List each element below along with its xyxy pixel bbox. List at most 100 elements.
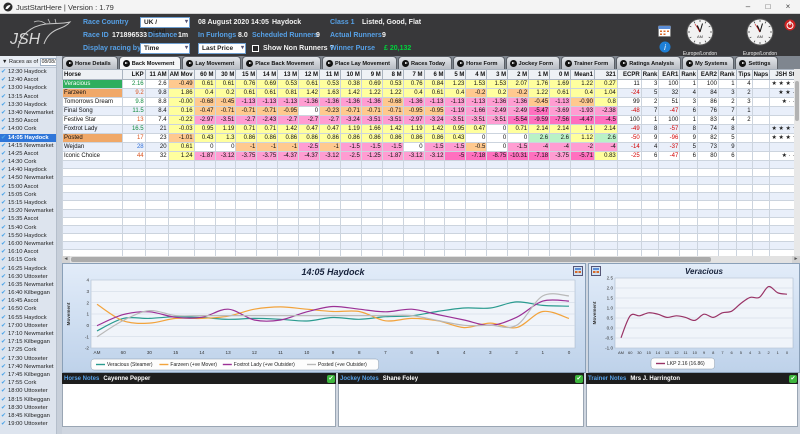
maximize-button[interactable]: □: [760, 1, 776, 13]
scroll-left-arrow[interactable]: ◄: [62, 256, 70, 263]
tab-my-systems[interactable]: My Systems: [682, 56, 735, 69]
race-list-item[interactable]: ✔ 16:25 Haydock: [0, 265, 56, 273]
horse-row-festive-star[interactable]: Festive Star 13 7.4 -0.22 -2.97 -3.51 -2.7 -2.4…: [62, 115, 800, 125]
race-list-item[interactable]: ✔ 13:00 Haydock: [0, 84, 56, 92]
tab-ratings-analysis[interactable]: Ratings Analysis: [616, 56, 682, 69]
race-list-item[interactable]: ✔ 15:35 Ascot: [0, 215, 56, 223]
column-header-0-m[interactable]: 0 M: [549, 69, 571, 80]
column-header-2-m[interactable]: 2 M: [507, 69, 530, 80]
race-list-item[interactable]: ✔ 13:50 Ascot: [0, 117, 56, 125]
save-note-button[interactable]: ✔: [327, 374, 335, 383]
horse-row-posted[interactable]: Posted 17 23 -1.01 0.43 1.3 0.86 0.86 0.86 0.86 0.…: [62, 133, 800, 143]
power-icon[interactable]: [784, 19, 796, 31]
column-header-6-m[interactable]: 6 M: [423, 69, 446, 80]
race-list-item[interactable]: ✔ 14:15 Newmarket: [0, 142, 56, 150]
race-list-item[interactable]: ✔ 17:25 Cork: [0, 346, 56, 354]
column-header-3-m[interactable]: 3 M: [486, 69, 509, 80]
race-list-item[interactable]: ✔ 17:45 Kilbeggan: [0, 371, 56, 379]
horse-notes-textarea[interactable]: [62, 384, 336, 427]
race-list-item[interactable]: ✔ 15:40 Cork: [0, 224, 56, 232]
column-header-horse[interactable]: Horse: [62, 69, 123, 80]
race-country-select[interactable]: UK / Ireland ▾: [140, 17, 190, 35]
race-list-item[interactable]: ✔ 18:30 Uttoxeter: [0, 404, 56, 412]
column-header-rank[interactable]: Rank: [679, 69, 698, 80]
column-header-lkp[interactable]: LKP: [121, 69, 146, 80]
race-list-item[interactable]: ✔ 16:45 Ascot: [0, 297, 56, 305]
race-list-item[interactable]: ✔ 18:15 Kilbeggan: [0, 396, 56, 404]
horse-row-foxtrot-lady[interactable]: Foxtrot Lady 16.5 21 -0.03 0.95 1.19 0.71 0.71 1…: [62, 124, 800, 134]
column-header-am-mov[interactable]: AM Mov: [167, 69, 195, 80]
race-list-item[interactable]: ✔ 14:30 Cork: [0, 158, 56, 166]
horse-row-tomorrows-dream[interactable]: Tomorrows Dream 9.8 8.8 -0.00 -0.68 -0.45 -1.1…: [62, 97, 800, 107]
race-list-item[interactable]: ✔ 15:05 Cork: [0, 191, 56, 199]
scroll-right-arrow[interactable]: ►: [792, 256, 800, 263]
save-note-button[interactable]: ✔: [575, 374, 583, 383]
column-header-4-m[interactable]: 4 M: [465, 69, 488, 80]
column-header-1-m[interactable]: 1 M: [528, 69, 551, 80]
race-list-item[interactable]: ✔ 16:30 Uttoxeter: [0, 273, 56, 281]
column-header-tips[interactable]: Tips: [735, 69, 753, 80]
info-icon[interactable]: i: [659, 41, 671, 53]
race-list-item[interactable]: ✔ 17:10 Newmarket: [0, 330, 56, 338]
race-list-item[interactable]: ✔ 18:45 Kilbeggan: [0, 412, 56, 420]
race-list-item[interactable]: ✔ 16:40 Kilbeggan: [0, 289, 56, 297]
race-list-item[interactable]: ✔ 12:30 Haydock: [0, 68, 56, 76]
table-vertical-scrollbar[interactable]: [794, 69, 800, 256]
scrollbar-thumb[interactable]: [71, 257, 711, 262]
column-header-mean1[interactable]: Mean1: [569, 69, 595, 80]
race-list-item[interactable]: ✔ 16:15 Cork: [0, 256, 56, 264]
tab-races-today[interactable]: Races Today: [398, 56, 453, 69]
jockey-notes-textarea[interactable]: [338, 384, 584, 427]
race-date-field[interactable]: 08/08/2020: [39, 58, 56, 66]
race-list-item[interactable]: ✔ 16:00 Newmarket: [0, 240, 56, 248]
race-list-item[interactable]: ✔ 17:15 Kilbeggan: [0, 338, 56, 346]
close-button[interactable]: ×: [780, 1, 796, 13]
tab-lay-movement[interactable]: Lay Movement: [182, 56, 242, 69]
tab-horse-form[interactable]: Horse Form: [453, 56, 505, 69]
column-header-15-m[interactable]: 15 M: [235, 69, 258, 80]
column-header-11-m[interactable]: 11 M: [319, 69, 341, 80]
horse-row-farzeen[interactable]: Farzeen 9.2 9.8 1.86 0.4 0.2 0.61 0.61 0.81 1.42 1…: [62, 88, 800, 98]
price-type-select[interactable]: Last Price ▾: [198, 43, 246, 54]
column-header-7-m[interactable]: 7 M: [402, 69, 425, 80]
column-header-rank[interactable]: Rank: [640, 69, 660, 80]
race-list-item[interactable]: ✔ 14:00 Cork: [0, 125, 56, 133]
minimize-button[interactable]: –: [740, 1, 756, 13]
race-list-item[interactable]: ✔ 13:40 Newmarket: [0, 109, 56, 117]
tab-horse-details[interactable]: Horse Details: [62, 56, 118, 69]
table-horizontal-scrollbar[interactable]: ◄ ►: [62, 256, 800, 263]
race-list-item[interactable]: ✔ 14:50 Newmarket: [0, 174, 56, 182]
trainer-notes-textarea[interactable]: [586, 384, 798, 427]
show-non-runners-checkbox[interactable]: [252, 45, 259, 52]
race-list-item[interactable]: ✔ 16:55 Haydock: [0, 314, 56, 322]
display-by-select[interactable]: Time ▾: [140, 43, 190, 54]
horse-row-iconic-choice[interactable]: Iconic Choice 44 32 1.24 -1.87 -3.12 -3.75 -3.7…: [62, 151, 800, 161]
race-list-item[interactable]: ✔ 19:00 Uttoxeter: [0, 420, 56, 428]
races-sidebar-header[interactable]: ▼ Races as of 08/08/2020: [0, 56, 56, 68]
race-list-item[interactable]: ✔ 15:15 Haydock: [0, 199, 56, 207]
tab-trainer-form[interactable]: Trainer Form: [561, 56, 616, 69]
race-list-item[interactable]: ✔ 15:50 Haydock: [0, 232, 56, 240]
horse-row-wejdan[interactable]: Wejdan 28 20 0.61 0 0 -1 -1 -1 -2.5 -1 -1.5 -1.5 -1.5…: [62, 142, 800, 152]
column-header-11-am[interactable]: 11 AM: [144, 69, 169, 80]
race-list-item[interactable]: ✔ 14:40 Haydock: [0, 166, 56, 174]
calendar-icon[interactable]: [658, 25, 671, 37]
race-list-item[interactable]: ✔ 15:00 Ascot: [0, 183, 56, 191]
column-header-naps[interactable]: Naps: [751, 69, 771, 80]
tab-jockey-form[interactable]: Jockey Form: [505, 56, 561, 69]
race-list-item[interactable]: ✔ 13:15 Ascot: [0, 93, 56, 101]
race-list-item[interactable]: ✔ 17:30 Uttoxeter: [0, 355, 56, 363]
column-header-10-m[interactable]: 10 M: [339, 69, 362, 80]
race-list-item[interactable]: ✔ 17:55 Cork: [0, 379, 56, 387]
race-list-item[interactable]: ✔ 12:40 Ascot: [0, 76, 56, 84]
chart-export-icon[interactable]: [573, 266, 583, 276]
race-list-item[interactable]: ✔ 15:20 Newmarket: [0, 207, 56, 215]
race-list-item[interactable]: ✔ 16:50 Cork: [0, 305, 56, 313]
column-header-12-m[interactable]: 12 M: [298, 69, 321, 80]
race-list-item[interactable]: ✔ 13:30 Haydock: [0, 101, 56, 109]
tab-back-movement[interactable]: Back Movement: [118, 56, 182, 69]
horse-row-veracious[interactable]: Veracious 2.16 2.6 -0.49 0.61 0.61 0.76 0.69 0.5…: [62, 79, 800, 89]
column-header-14-m[interactable]: 14 M: [256, 69, 279, 80]
column-header-13-m[interactable]: 13 M: [277, 69, 300, 80]
tab-place-lay-movement[interactable]: Place Lay Movement: [321, 56, 398, 69]
